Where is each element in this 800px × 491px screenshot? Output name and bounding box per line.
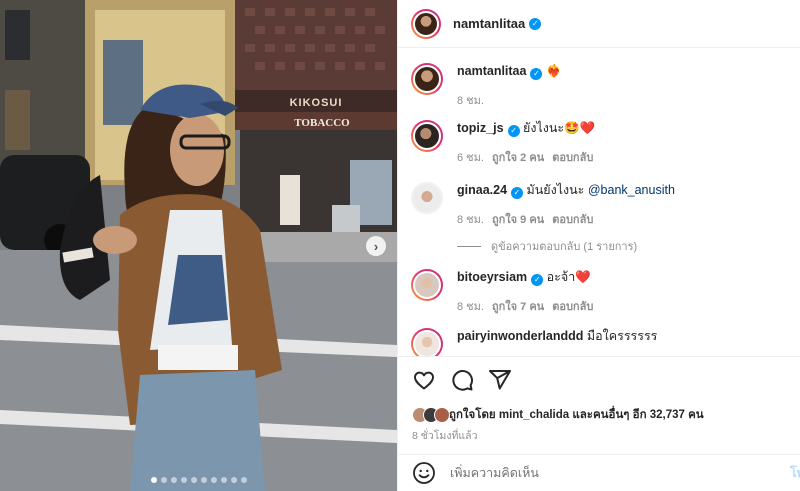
- carousel-dot: [220, 477, 227, 483]
- heart-icon[interactable]: [412, 368, 436, 392]
- post-side-panel: namtanlitaa ✓ namtanlitaa ✓ ❤️‍🔥 8 ชม.: [397, 0, 800, 491]
- verified-icon: ✓: [507, 125, 520, 137]
- carousel-dot: [240, 477, 247, 483]
- comment-username[interactable]: topiz_js: [457, 121, 504, 135]
- comment-text: ยังไงนะ🤩❤️: [523, 121, 596, 135]
- kikosui-sign: KIKOSUI: [290, 97, 343, 109]
- comment-avatar[interactable]: [411, 328, 443, 356]
- reply-button[interactable]: ตอบกลับ: [552, 297, 593, 315]
- comment-username[interactable]: bitoeyrsiam: [457, 270, 527, 284]
- comment-mention[interactable]: @bank_anusith: [588, 183, 675, 197]
- comment-text: ❤️‍🔥: [545, 64, 562, 78]
- replies-line: [457, 245, 481, 247]
- comment-avatar[interactable]: [411, 182, 443, 214]
- comment-input[interactable]: เพิ่มความคิดเห็น: [450, 463, 539, 483]
- chevron-right-icon: ›: [373, 238, 379, 254]
- verified-icon: ✓: [530, 68, 543, 80]
- comment-username[interactable]: namtanlitaa: [457, 64, 526, 78]
- carousel-dots: [0, 477, 397, 483]
- carousel-dot: [170, 477, 177, 483]
- comment-icon[interactable]: [450, 368, 474, 392]
- view-replies-button[interactable]: ดูข้อความตอบกลับ (1 รายการ): [457, 237, 637, 255]
- comment-avatar[interactable]: [411, 269, 443, 301]
- liker-avatars: [412, 407, 450, 423]
- post-timestamp[interactable]: 8 ชั่วโมงที่แล้ว: [412, 427, 478, 444]
- comment-likes[interactable]: ถูกใจ 9 คน: [492, 210, 544, 228]
- comment-time: 8 ชม.: [457, 214, 484, 226]
- comment-item: topiz_js ✓ ยังไงนะ🤩❤️ 6 ชม. ถูกใจ 2 คน ตอ…: [411, 120, 595, 166]
- tobacco-sign: TOBACCO: [294, 117, 350, 129]
- comment-text: อะจ้า❤️: [546, 270, 591, 284]
- comment-text: มันยังไงนะ: [526, 183, 588, 197]
- photo-scene: KIKOSUI TOBACCO: [0, 0, 397, 491]
- likes-summary[interactable]: ถูกใจโดย mint_chalida และคนอื่นๆ อีก 32,…: [412, 406, 704, 424]
- likes-text: ถูกใจโดย mint_chalida และคนอื่นๆ อีก 32,…: [449, 409, 704, 421]
- carousel-dot: [180, 477, 187, 483]
- carousel-dot: [160, 477, 167, 483]
- verified-icon: ✓: [531, 274, 544, 286]
- post-actions: ถูกใจโดย mint_chalida และคนอื่นๆ อีก 32,…: [398, 356, 800, 454]
- post-photo[interactable]: KIKOSUI TOBACCO ›: [0, 0, 397, 491]
- comment-username[interactable]: ginaa.24: [457, 183, 507, 197]
- comment-avatar[interactable]: [411, 120, 443, 152]
- carousel-dot: [200, 477, 207, 483]
- comment-item: ginaa.24 ✓ มันยังไงนะ @bank_anusith 8 ชม.…: [411, 182, 675, 228]
- comment-likes[interactable]: ถูกใจ 7 คน: [492, 297, 544, 315]
- author-avatar[interactable]: [411, 8, 441, 39]
- comment-item: bitoeyrsiam ✓ อะจ้า❤️ 8 ชม. ถูกใจ 7 คน ตอ…: [411, 269, 593, 315]
- view-replies-label: ดูข้อความตอบกลับ (1 รายการ): [491, 241, 638, 253]
- post-comment-button[interactable]: โพ: [790, 463, 800, 483]
- emoji-icon[interactable]: [412, 461, 436, 485]
- comment-time: 6 ชม.: [457, 152, 484, 164]
- comment-likes[interactable]: ถูกใจ 2 คน: [492, 148, 544, 166]
- reply-button[interactable]: ตอบกลับ: [552, 148, 593, 166]
- comment-item: namtanlitaa ✓ ❤️‍🔥 8 ชม.: [411, 63, 562, 109]
- carousel-dot: [150, 477, 157, 483]
- comment-avatar[interactable]: [411, 63, 443, 95]
- comment-text: มือใครรรรรร: [586, 329, 658, 343]
- carousel-dot: [190, 477, 197, 483]
- add-comment-bar: เพิ่มความคิดเห็น โพ: [398, 454, 800, 491]
- reply-button[interactable]: ตอบกลับ: [552, 210, 593, 228]
- comment-time: 8 ชม.: [457, 95, 484, 107]
- carousel-dot: [230, 477, 237, 483]
- comment-time: 8 ชม.: [457, 301, 484, 313]
- comment-username[interactable]: pairyinwonderlanddd: [457, 329, 583, 343]
- next-photo-button[interactable]: ›: [366, 236, 386, 256]
- author-username[interactable]: namtanlitaa: [453, 16, 525, 31]
- post-header: namtanlitaa ✓: [398, 0, 800, 48]
- comment-item: pairyinwonderlanddd มือใครรรรรร: [411, 328, 657, 356]
- comments-list[interactable]: namtanlitaa ✓ ❤️‍🔥 8 ชม. topiz_js ✓ ยังไงน…: [398, 48, 800, 356]
- carousel-dot: [210, 477, 217, 483]
- verified-icon: ✓: [511, 187, 524, 199]
- verified-icon: ✓: [529, 17, 542, 30]
- share-icon[interactable]: [488, 368, 512, 392]
